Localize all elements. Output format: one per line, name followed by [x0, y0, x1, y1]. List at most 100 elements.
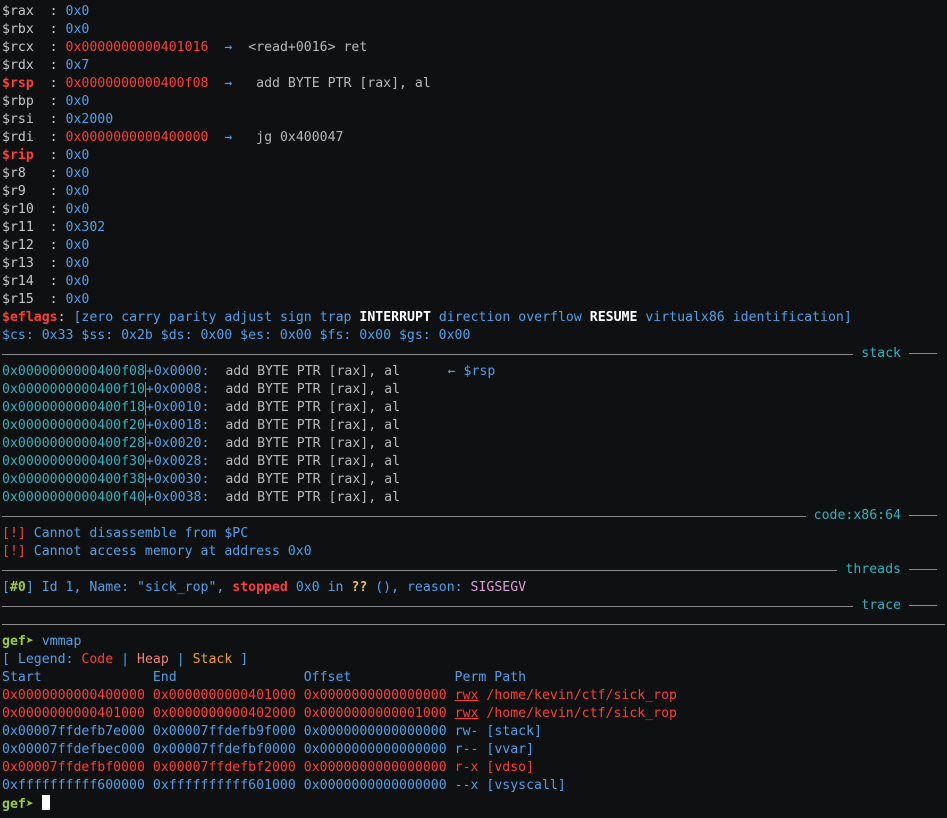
eflag-parity: parity	[168, 310, 217, 325]
code-message: [!] Cannot access memory at address 0x0	[2, 543, 945, 561]
eflag-zero: zero	[81, 310, 114, 325]
register-row: $rdx : 0x7	[2, 58, 90, 73]
register-value: 0x0	[65, 148, 90, 163]
vmmap-start: 0x0000000000401000	[2, 706, 145, 721]
eflag-direction: direction	[438, 310, 511, 325]
register-name: $r12	[2, 238, 34, 253]
stack-address: 0x0000000000400f08	[2, 364, 145, 379]
register-name: $r8	[2, 166, 26, 181]
stack-offset: +0x0010:	[144, 400, 210, 415]
register-value: 0x0	[65, 94, 90, 109]
stack-row: 0x0000000000400f20+0x0018: add BYTE PTR …	[2, 417, 945, 435]
register-row: $rcx : 0x0000000000401016 → <read+0016> …	[2, 40, 368, 55]
stack-offset: +0x0030:	[144, 472, 210, 487]
eflags-label: $eflags	[2, 310, 58, 325]
register-value: 0x0	[65, 184, 90, 199]
vmmap-perm: rwx	[454, 688, 479, 703]
register-value: 0x7	[65, 58, 90, 73]
stack-offset: +0x0018:	[144, 418, 210, 433]
code-message-text: Cannot disassemble from $PC	[25, 526, 249, 541]
register-row: $rip : 0x0	[2, 148, 90, 163]
stack-insn: add BYTE PTR [rax], al	[209, 382, 401, 397]
stack-insn: add BYTE PTR [rax], al	[209, 490, 401, 505]
vmmap-perm: rwx	[454, 706, 479, 721]
vmmap-offset: 0x0000000000000000	[303, 724, 447, 739]
register-value: 0x0000000000400000	[65, 130, 209, 145]
stack-insn: add BYTE PTR [rax], al	[209, 364, 401, 379]
stack-insn: add BYTE PTR [rax], al	[209, 436, 401, 451]
vmmap-offset: 0x0000000000000000	[303, 778, 447, 793]
register-value: 0x2000	[65, 112, 114, 127]
stack-offset: +0x0020:	[144, 436, 210, 451]
stack-offset: +0x0038:	[144, 490, 210, 505]
vmmap-start: 0x00007ffdefb7e000	[2, 724, 145, 739]
vmmap-table: 0x0000000000400000 0x0000000000401000 0x…	[2, 687, 945, 795]
stack-offset: +0x0008:	[144, 382, 210, 397]
eflags-line: $eflags: [zero carry parity adjust sign …	[2, 310, 852, 325]
vmmap-perm: r--	[454, 742, 479, 757]
stack-panel: 0x0000000000400f08+0x0000: add BYTE PTR …	[2, 363, 945, 507]
terminal[interactable]: $rax : 0x0 $rbx : 0x0 $rcx : 0x00000000004…	[2, 3, 945, 813]
section-threads: threads	[2, 561, 945, 579]
thread-reason: SIGSEGV	[470, 580, 527, 595]
register-name: $rcx	[2, 40, 34, 55]
vmmap-path: /home/kevin/ctf/sick_rop	[486, 688, 677, 703]
register-name: $rip	[2, 148, 34, 163]
register-value: 0x0	[65, 202, 90, 217]
text-cursor	[41, 795, 50, 810]
eflag-resume: RESUME	[589, 310, 638, 325]
legend-heap: Heap	[137, 652, 169, 667]
command-line: gef➤ vmmap	[2, 633, 945, 651]
register-value: 0x0	[65, 22, 90, 37]
vmmap-row: 0x0000000000401000 0x0000000000402000 0x…	[2, 705, 945, 723]
rsp-marker: ← $rsp	[447, 364, 496, 379]
eflag-trap: trap	[319, 310, 352, 325]
eflag-carry: carry	[121, 310, 161, 325]
vmmap-path: [vdso]	[486, 760, 535, 775]
vmmap-row: 0x00007ffdefb7e000 0x00007ffdefb9f000 0x…	[2, 723, 945, 741]
register-name: $rsp	[2, 76, 34, 91]
vmmap-start: 0x0000000000400000	[2, 688, 145, 703]
stack-address: 0x0000000000400f30	[2, 454, 145, 469]
warning-icon: [!]	[2, 544, 26, 559]
section-stack: stack	[2, 345, 945, 363]
register-name: $r15	[2, 292, 34, 307]
stack-address: 0x0000000000400f18	[2, 400, 145, 415]
eflag-sign: sign	[279, 310, 312, 325]
register-row: $rax : 0x0	[2, 4, 90, 19]
vmmap-perm: rw-	[454, 724, 479, 739]
stack-row: 0x0000000000400f18+0x0010: add BYTE PTR …	[2, 399, 945, 417]
vmmap-start: 0x00007ffdefbec000	[2, 742, 145, 757]
vmmap-end: 0x0000000000402000	[152, 706, 296, 721]
register-value: 0x0000000000400f08	[65, 76, 209, 91]
register-row: $rsp : 0x0000000000400f08 → add BYTE PTR…	[2, 76, 431, 91]
register-deref: add BYTE PTR [rax], al	[248, 76, 431, 91]
stack-insn: add BYTE PTR [rax], al	[209, 454, 401, 469]
vmmap-offset: 0x0000000000000000	[303, 760, 447, 775]
thread-state: stopped	[232, 580, 288, 595]
stack-row: 0x0000000000400f38+0x0030: add BYTE PTR …	[2, 471, 945, 489]
register-value: 0x0	[65, 238, 90, 253]
segment-registers: $cs: 0x33 $ss: 0x2b $ds: 0x00 $es: 0x00 …	[2, 328, 471, 343]
vmmap-row: 0x00007ffdefbf0000 0x00007ffdefbf2000 0x…	[2, 759, 945, 777]
register-row: $r10 : 0x0	[2, 202, 90, 217]
register-name: $rsi	[2, 112, 34, 127]
register-name: $r9	[2, 184, 26, 199]
register-row: $r13 : 0x0	[2, 256, 90, 271]
vmmap-end: 0x00007ffdefbf0000	[152, 742, 296, 757]
section-trace: trace	[2, 597, 945, 615]
vmmap-row: 0x0000000000400000 0x0000000000401000 0x…	[2, 687, 945, 705]
vmmap-end: 0xffffffffff601000	[152, 778, 296, 793]
stack-row: 0x0000000000400f30+0x0028: add BYTE PTR …	[2, 453, 945, 471]
register-name: $r13	[2, 256, 34, 271]
prompt-line[interactable]: gef➤	[2, 795, 945, 813]
stack-address: 0x0000000000400f38	[2, 472, 145, 487]
register-value: 0x0	[65, 256, 90, 271]
register-value: 0x0	[65, 4, 90, 19]
thread-line: [#0] Id 1, Name: "sick_rop", stopped 0x0…	[2, 580, 527, 595]
section-end-rule	[2, 615, 945, 633]
register-name: $rbp	[2, 94, 34, 109]
command-text: vmmap	[41, 634, 82, 649]
vmmap-row: 0xffffffffff600000 0xffffffffff601000 0x…	[2, 777, 945, 795]
stack-row: 0x0000000000400f10+0x0008: add BYTE PTR …	[2, 381, 945, 399]
